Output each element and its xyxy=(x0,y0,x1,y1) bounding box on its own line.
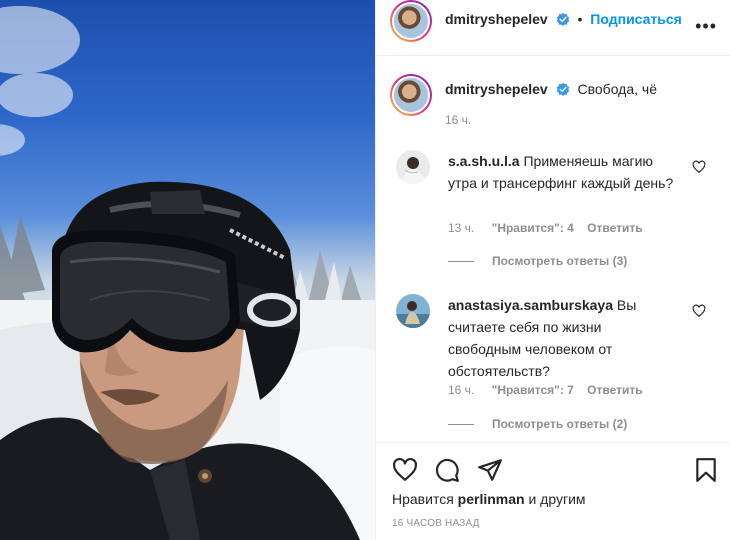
caption-age: 16 ч. xyxy=(445,113,472,127)
post-photo[interactable] xyxy=(0,0,375,540)
heart-icon[interactable] xyxy=(392,457,418,483)
caption-text: Свобода, чё xyxy=(577,81,658,97)
commenter-username[interactable]: anastasiya.samburskaya xyxy=(448,297,613,313)
likes-suffix: и другим xyxy=(528,491,586,507)
post-time-ago[interactable]: 16 ЧАСОВ НАЗАД xyxy=(392,518,480,529)
reply-button[interactable]: Ответить xyxy=(587,383,642,397)
caption: dmitryshepelev Свобода, чё 16 ч. xyxy=(445,78,715,127)
commenter-username[interactable]: s.a.sh.u.l.a xyxy=(448,153,520,169)
comment-like-heart-icon[interactable] xyxy=(692,304,706,318)
comment-like-count[interactable]: "Нравится": 4 xyxy=(492,221,574,235)
post-header: dmitryshepelev • Подписаться ••• xyxy=(376,0,730,56)
view-replies-label: Посмотреть ответы (2) xyxy=(492,417,628,431)
verified-badge-icon xyxy=(556,12,569,26)
comment-item: s.a.sh.u.l.a Применяешь магию утра и тра… xyxy=(396,150,716,272)
more-options-icon[interactable]: ••• xyxy=(695,17,717,35)
caption-username[interactable]: dmitryshepelev xyxy=(445,81,548,97)
comment-bubble-icon[interactable] xyxy=(434,457,460,483)
paper-plane-icon[interactable] xyxy=(477,457,503,483)
comment-item: anastasiya.samburskaya Вы считаете себя … xyxy=(396,294,716,434)
author-avatar[interactable] xyxy=(390,0,432,42)
view-replies-label: Посмотреть ответы (3) xyxy=(492,254,628,268)
bookmark-icon[interactable] xyxy=(693,457,719,483)
likes-user-link[interactable]: perlinman xyxy=(458,491,525,507)
comment-like-count[interactable]: "Нравится": 7 xyxy=(492,383,574,397)
replies-divider xyxy=(448,423,474,425)
comment-age: 13 ч. xyxy=(448,221,475,235)
follow-button[interactable]: Подписаться xyxy=(590,11,682,27)
comment-age: 16 ч. xyxy=(448,383,475,397)
author-username[interactable]: dmitryshepelev xyxy=(445,11,548,27)
likes-prefix: Нравится xyxy=(392,491,454,507)
reply-button[interactable]: Ответить xyxy=(587,221,642,235)
view-replies-button[interactable]: Посмотреть ответы (3) xyxy=(448,254,627,268)
replies-divider xyxy=(448,260,474,262)
caption-author-avatar[interactable] xyxy=(390,74,432,116)
selfie-illustration xyxy=(0,6,375,540)
view-replies-button[interactable]: Посмотреть ответы (2) xyxy=(448,417,627,431)
likes-summary: Нравится perlinman и другим xyxy=(392,491,586,507)
post-actions: Нравится perlinman и другим 16 ЧАСОВ НАЗ… xyxy=(376,442,730,540)
commenter-avatar[interactable] xyxy=(396,294,430,328)
comment-like-heart-icon[interactable] xyxy=(692,160,706,174)
post-sidebar: dmitryshepelev • Подписаться ••• dmitrys… xyxy=(375,0,730,540)
commenter-avatar[interactable] xyxy=(396,150,430,184)
verified-badge-icon xyxy=(556,82,569,96)
